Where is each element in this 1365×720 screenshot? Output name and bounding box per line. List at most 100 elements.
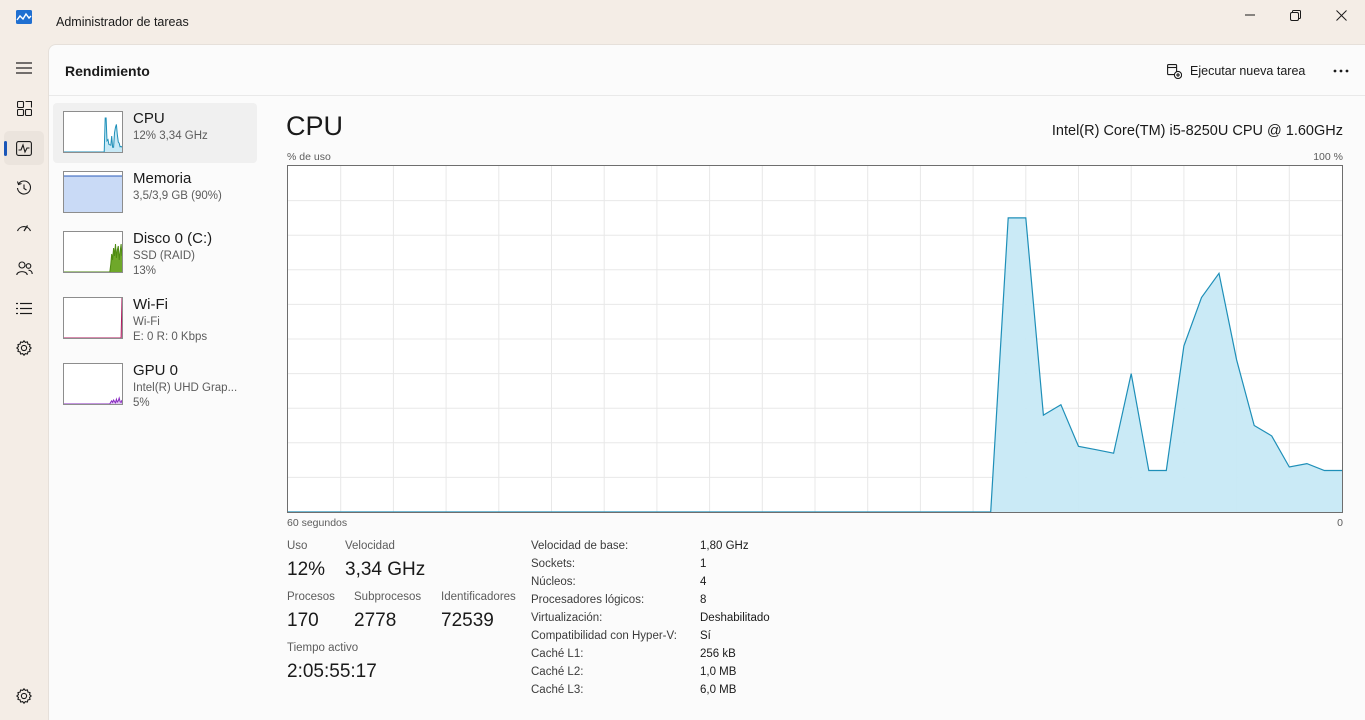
resource-thumbnail-gpu	[63, 363, 123, 405]
processes-label: Procesos	[287, 591, 335, 603]
sparkline-area	[64, 298, 122, 338]
resource-detail: 3,5/3,9 GB (90%)	[133, 190, 222, 202]
nav-users[interactable]	[4, 251, 44, 285]
startup-apps-icon	[16, 225, 32, 232]
handles-label: Identificadores	[441, 591, 516, 603]
sparkline-area	[64, 176, 122, 212]
handles-value: 72539	[441, 610, 494, 631]
task-manager-icon	[16, 10, 32, 24]
threads-value: 2778	[354, 610, 397, 631]
restore-icon	[1289, 9, 1301, 21]
spec-value: Deshabilitado	[700, 612, 770, 624]
speed-label: Velocidad	[345, 540, 395, 552]
resource-detail: Intel(R) UHD Grap...	[133, 382, 238, 394]
navigation-rail	[0, 44, 48, 720]
use-label: Uso	[287, 540, 308, 552]
spec-key: Caché L3:	[531, 684, 584, 696]
performance-icon	[16, 140, 32, 156]
spec-key: Núcleos:	[531, 576, 576, 588]
spec-value: Sí	[700, 630, 711, 642]
wifi-sparkline	[64, 298, 122, 338]
spec-key: Compatibilidad con Hyper-V:	[531, 630, 677, 642]
resource-thumbnail-cpu	[63, 111, 123, 153]
spec-value: 1,0 MB	[700, 666, 737, 678]
nav-hamburger-menu[interactable]	[4, 51, 44, 85]
y-axis-max-label: 100 %	[1313, 151, 1343, 163]
window-title: Administrador de tareas	[56, 15, 189, 29]
run-new-task-label: Ejecutar nueva tarea	[1190, 64, 1306, 78]
title-bar: Administrador de tareas	[0, 0, 1365, 44]
users-icon	[15, 260, 33, 275]
minimize-icon	[1245, 14, 1255, 16]
details-icon	[16, 302, 32, 314]
close-button[interactable]	[1318, 0, 1364, 30]
services-icon	[16, 340, 32, 356]
memory-sparkline	[64, 175, 122, 212]
nav-services[interactable]	[4, 331, 44, 365]
nav-details[interactable]	[4, 291, 44, 325]
resource-detail: 12% 3,34 GHz	[133, 130, 208, 142]
spec-key: Caché L2:	[531, 666, 584, 678]
nav-settings[interactable]	[4, 679, 44, 713]
resource-name: Wi-Fi	[133, 296, 168, 313]
spec-key: Procesadores lógicos:	[531, 594, 645, 606]
resource-thumbnail-disk	[63, 231, 123, 273]
restore-button[interactable]	[1272, 0, 1318, 30]
spec-value: 8	[700, 594, 707, 606]
run-task-icon	[1167, 63, 1182, 79]
settings-icon	[16, 688, 32, 704]
resource-detail: SSD (RAID)	[133, 250, 195, 262]
resource-usage: 5%	[133, 397, 150, 409]
x-axis-left-label: 60 segundos	[287, 517, 348, 529]
spec-key: Caché L1:	[531, 648, 584, 660]
minimize-button[interactable]	[1227, 0, 1273, 30]
y-axis-label: % de uso	[287, 151, 331, 163]
run-new-task-button[interactable]: Ejecutar nueva tarea	[1167, 60, 1305, 82]
resource-item-wifi[interactable]: Wi-Fi Wi-Fi E: 0 R: 0 Kbps	[53, 289, 257, 349]
nav-app-history[interactable]	[4, 171, 44, 205]
resource-item-memory[interactable]: Memoria 3,5/3,9 GB (90%)	[53, 163, 257, 223]
cpu-usage-chart-svg	[288, 166, 1342, 512]
more-options-button[interactable]	[1327, 59, 1355, 83]
disk-sparkline	[64, 243, 122, 272]
cpu-sparkline	[64, 117, 122, 152]
uptime-value: 2:05:55:17	[287, 661, 377, 682]
cpu-usage-chart	[287, 165, 1343, 513]
close-icon	[1335, 9, 1347, 21]
spec-key: Velocidad de base:	[531, 540, 629, 552]
app-history-icon	[16, 180, 32, 195]
resource-thumbnail-memory	[63, 171, 123, 213]
main-content: Rendimiento Ejecutar nueva tarea CPU 12%…	[48, 44, 1365, 720]
nav-startup-apps[interactable]	[4, 211, 44, 245]
resource-name: CPU	[133, 110, 165, 127]
page-title: Rendimiento	[65, 63, 150, 79]
resource-item-gpu[interactable]: GPU 0 Intel(R) UHD Grap... 5%	[53, 355, 257, 415]
spec-value: 6,0 MB	[700, 684, 737, 696]
spec-value: 1,80 GHz	[700, 540, 749, 552]
spec-value: 1	[700, 558, 707, 570]
resource-item-disk[interactable]: Disco 0 (C:) SSD (RAID) 13%	[53, 223, 257, 283]
gpu-sparkline	[64, 396, 122, 404]
resource-name: Disco 0 (C:)	[133, 230, 213, 247]
resource-item-cpu[interactable]: CPU 12% 3,34 GHz	[53, 103, 257, 163]
spec-value: 256 kB	[700, 648, 736, 660]
resource-usage: E: 0 R: 0 Kbps	[133, 331, 208, 343]
spec-value: 4	[700, 576, 707, 588]
resource-name: Memoria	[133, 170, 192, 187]
sparkline-line	[64, 298, 122, 338]
use-value: 12%	[287, 559, 326, 580]
uptime-label: Tiempo activo	[287, 642, 359, 654]
nav-performance[interactable]	[4, 131, 44, 165]
processes-value: 170	[287, 610, 319, 631]
resource-detail: Wi-Fi	[133, 316, 160, 328]
threads-label: Subprocesos	[354, 591, 422, 603]
speed-value: 3,34 GHz	[345, 559, 426, 580]
nav-processes[interactable]	[4, 91, 44, 125]
spec-key: Sockets:	[531, 558, 576, 570]
sparkline-line	[64, 117, 122, 152]
spec-key: Virtualización:	[531, 612, 603, 624]
detail-title: CPU	[286, 111, 344, 141]
processes-icon	[16, 100, 32, 116]
cpu-model: Intel(R) Core(TM) i5-8250U CPU @ 1.60GHz	[1051, 123, 1343, 139]
hamburger-menu-icon	[16, 62, 32, 74]
